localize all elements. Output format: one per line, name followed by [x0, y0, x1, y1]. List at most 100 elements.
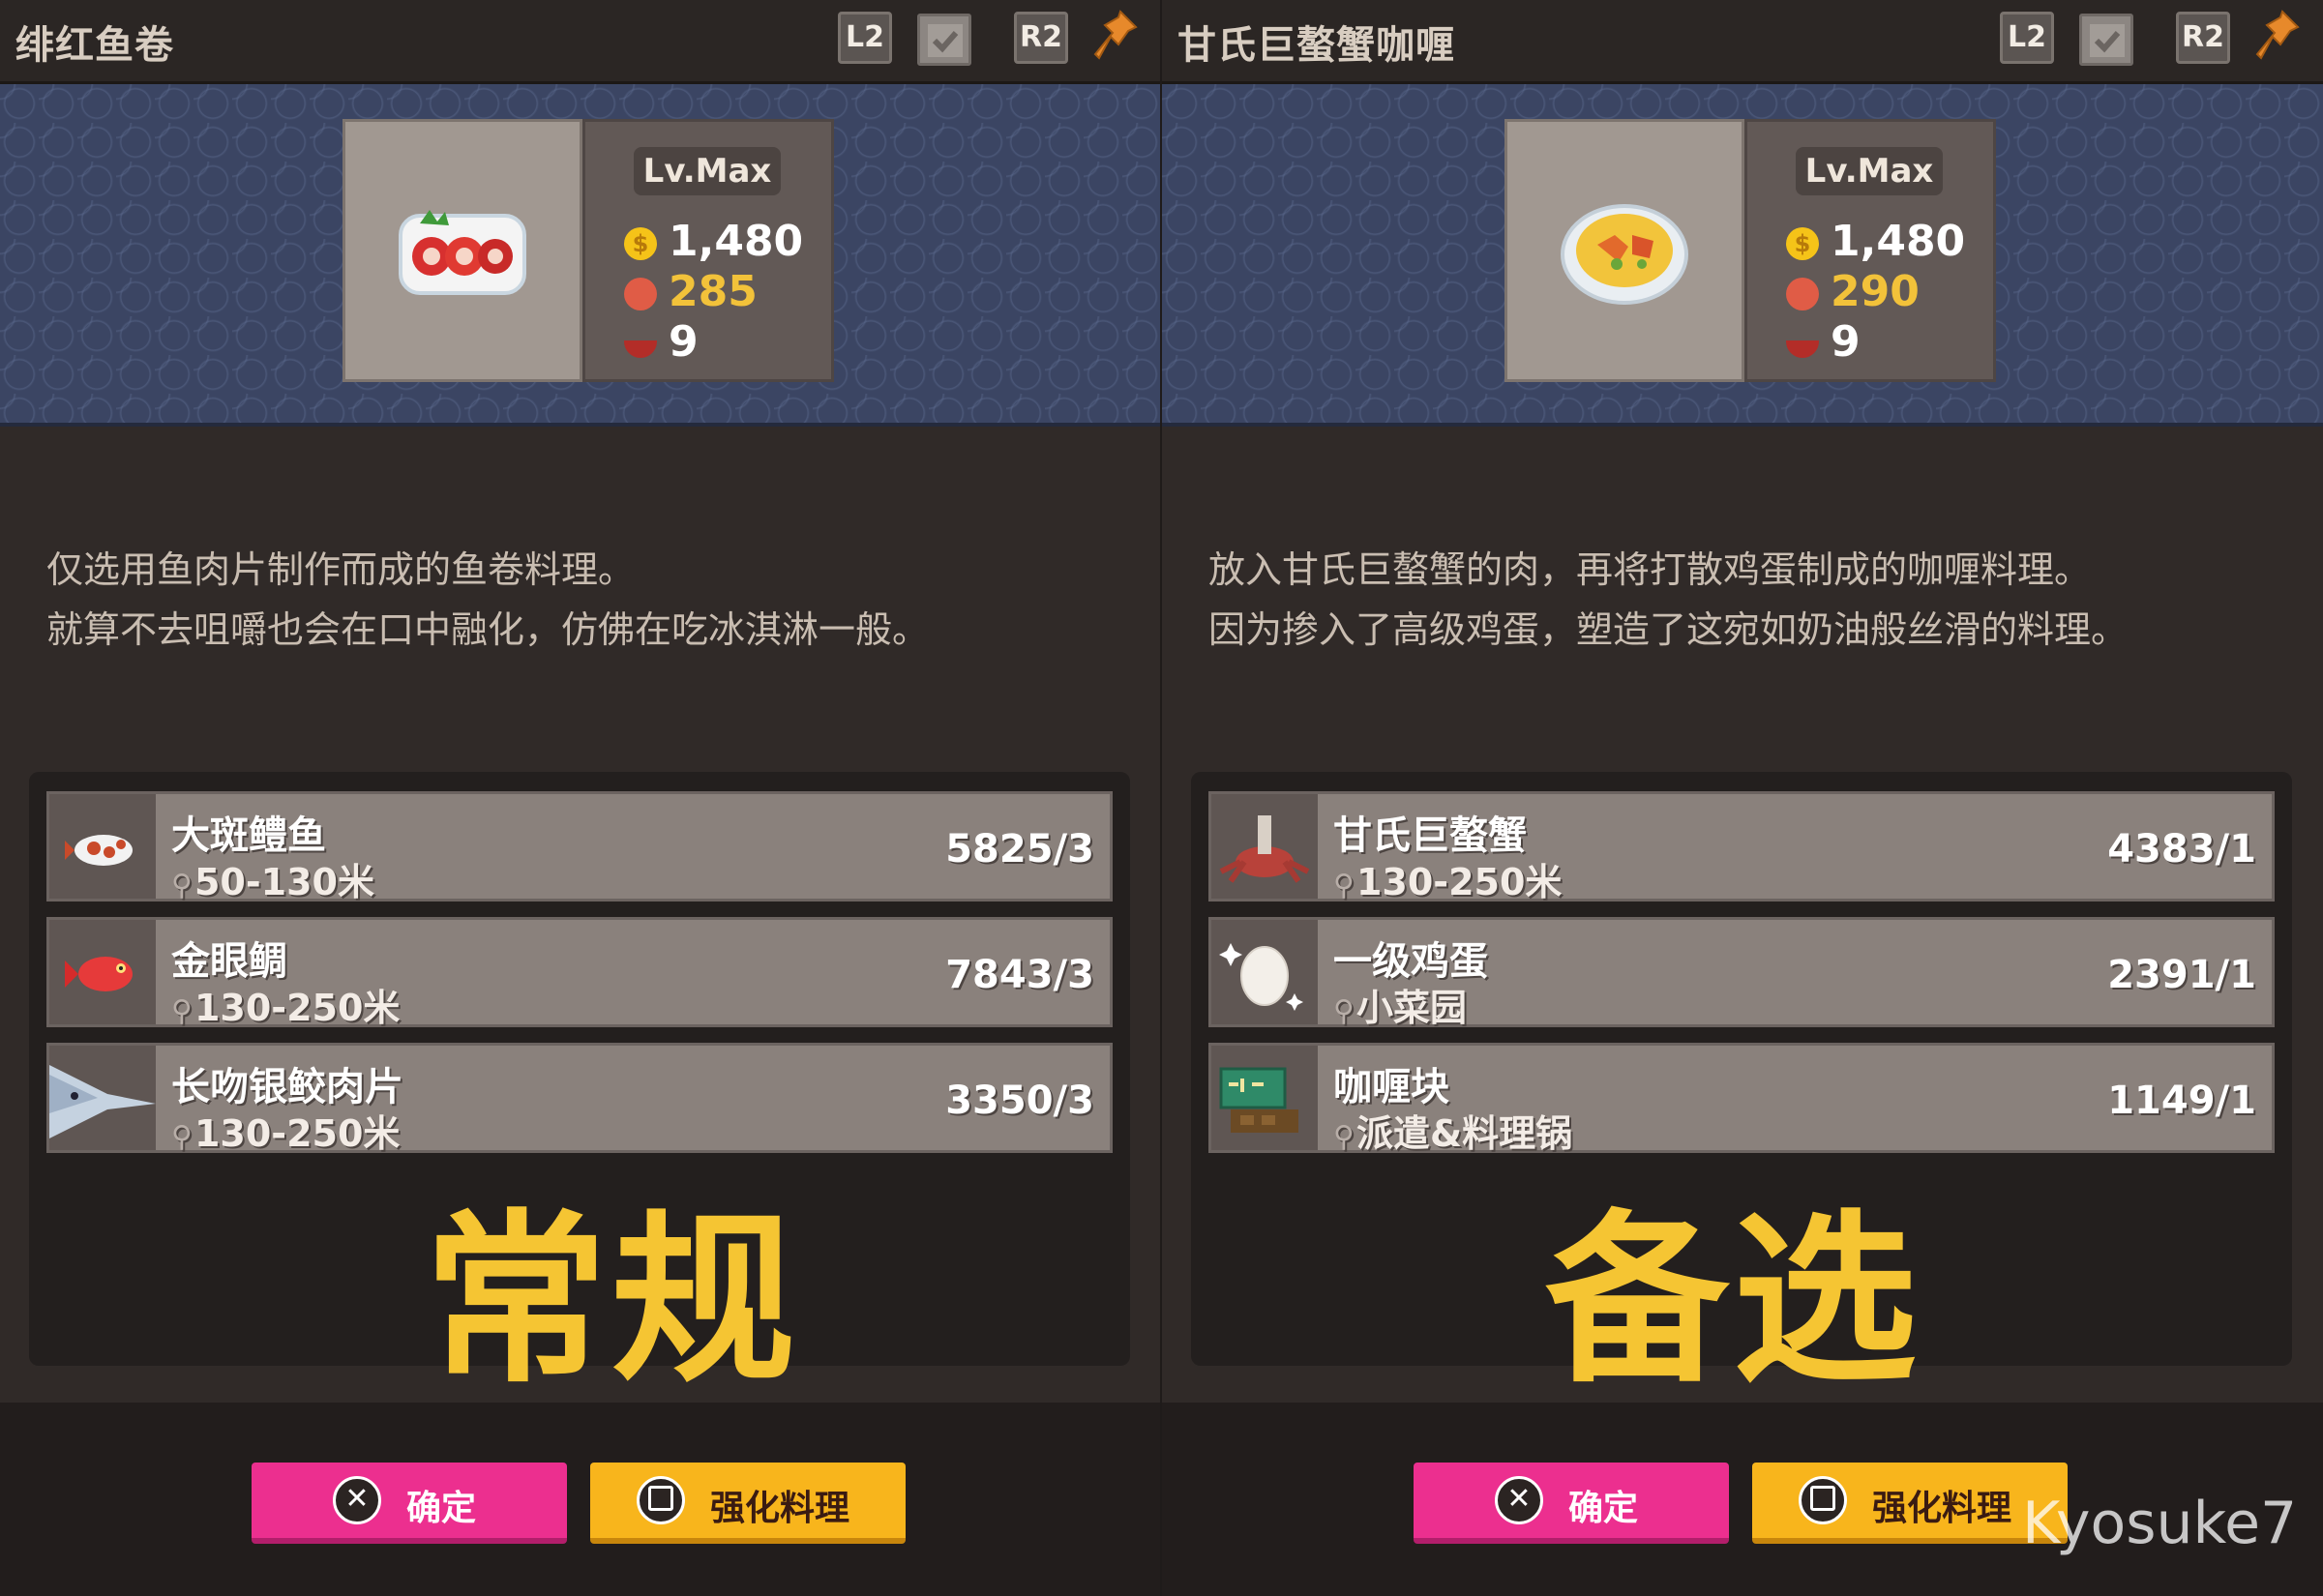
confirm-button[interactable]: ✕ 确定 [252, 1463, 567, 1544]
dish-banner: Lv.Max $1,480 290 9 [1162, 84, 2323, 427]
dish-card: Lv.Max $1,480 285 9 [342, 119, 834, 382]
ingredient-count: 3350/3 [945, 1079, 1094, 1123]
cross-button-icon: ✕ [333, 1476, 381, 1524]
location-pin-icon: ⚲ [171, 869, 193, 902]
coin-icon: $ [624, 227, 657, 260]
location-pin-icon: ⚲ [171, 1120, 193, 1154]
overlay-label: 备选 [1545, 1194, 1921, 1407]
crab-curry-icon [1561, 204, 1688, 305]
ingredient-location: ⚲130-250米 [171, 978, 400, 1031]
popularity-value: 290 [1831, 267, 1920, 316]
servings-value: 9 [1831, 317, 1861, 367]
recipe-title: 甘氏巨螯蟹咖喱 [1177, 23, 1455, 68]
price-value: 1,480 [669, 217, 804, 266]
location-text: 派遣&料理锅 [1355, 1112, 1573, 1155]
ingredient-location: ⚲小菜园 [1333, 978, 1467, 1031]
fish-roll-icon [399, 210, 526, 295]
recipe-description: 仅选用鱼肉片制作而成的鱼卷料理。 就算不去咀嚼也会在口中融化，仿佛在吃冰淇淋一般… [46, 540, 1111, 660]
ingredient-location: ⚲50-130米 [171, 852, 374, 905]
popularity-value: 285 [669, 267, 758, 316]
location-text: 小菜园 [1355, 987, 1467, 1029]
ingredient-row[interactable]: 一级鸡蛋 ⚲小菜园 2391/1 [1208, 917, 2275, 1029]
square-button-icon [1799, 1476, 1847, 1524]
r2-button[interactable]: R2 [2176, 12, 2230, 64]
description-line: 因为掺入了高级鸡蛋，塑造了这宛如奶油般丝滑的料理。 [1208, 608, 2129, 651]
recipe-panel-right: 甘氏巨螯蟹咖喱 L2 R2 Lv.Max $1,480 290 9 放入甘氏巨螯… [1162, 0, 2323, 1596]
ingredient-location: ⚲派遣&料理锅 [1333, 1104, 1572, 1157]
location-text: 130-250米 [1355, 861, 1563, 903]
check-toggle-button[interactable] [917, 14, 971, 66]
bottom-bar: ✕ 确定 强化料理 [0, 1403, 1161, 1596]
ingredient-row[interactable]: 咖喱块 ⚲派遣&料理锅 1149/1 [1208, 1043, 2275, 1155]
enhance-recipe-button[interactable]: 强化料理 [1752, 1463, 2068, 1544]
dish-banner: Lv.Max $1,480 285 9 [0, 84, 1161, 427]
red-fish-icon [49, 920, 156, 1024]
servings-value: 9 [669, 317, 699, 367]
level-badge: Lv.Max [1796, 147, 1943, 195]
ingredient-count: 1149/1 [2107, 1079, 2256, 1123]
smile-icon [624, 278, 657, 310]
location-pin-icon: ⚲ [1333, 869, 1355, 902]
enhance-label: 强化料理 [710, 1489, 850, 1528]
l2-button[interactable]: L2 [838, 12, 892, 64]
popularity-stat: 290 [1786, 267, 1920, 316]
dish-image [1504, 119, 1744, 382]
level-badge: Lv.Max [634, 147, 781, 195]
recipe-description: 放入甘氏巨螯蟹的肉，再将打散鸡蛋制成的咖喱料理。 因为掺入了高级鸡蛋，塑造了这宛… [1208, 540, 2273, 660]
ingredient-row[interactable]: 甘氏巨螯蟹 ⚲130-250米 4383/1 [1208, 791, 2275, 903]
confirm-button[interactable]: ✕ 确定 [1414, 1463, 1729, 1544]
l2-button[interactable]: L2 [2000, 12, 2054, 64]
bowl-icon [624, 340, 657, 358]
description-line: 放入甘氏巨螯蟹的肉，再将打散鸡蛋制成的咖喱料理。 [1208, 548, 2092, 591]
ingredient-location: ⚲130-250米 [171, 1104, 400, 1157]
location-pin-icon: ⚲ [1333, 994, 1355, 1028]
chimaera-fillet-icon [49, 1046, 156, 1150]
servings-stat: 9 [624, 317, 699, 367]
checkmark-icon [928, 24, 963, 57]
overlay-label: 常规 [424, 1194, 800, 1407]
smile-icon [1786, 278, 1819, 310]
top-bar: 甘氏巨螯蟹咖喱 L2 R2 [1162, 0, 2323, 84]
dish-card: Lv.Max $1,480 290 9 [1504, 119, 1996, 382]
giant-crab-icon [1211, 794, 1318, 899]
author-signature: Kyosuke7 [2022, 1490, 2298, 1557]
enhance-recipe-button[interactable]: 强化料理 [590, 1463, 906, 1544]
ingredient-row[interactable]: 金眼鲷 ⚲130-250米 7843/3 [46, 917, 1113, 1029]
bowl-icon [1786, 340, 1819, 358]
coin-icon: $ [1786, 227, 1819, 260]
snakehead-fish-icon [49, 794, 156, 899]
recipe-panel-left: 绯红鱼卷 L2 R2 Lv.Max $1,480 285 9 仅选用鱼肉片制作而… [0, 0, 1161, 1596]
ingredient-count: 4383/1 [2107, 827, 2256, 872]
popularity-stat: 285 [624, 267, 758, 316]
price-stat: $1,480 [1786, 217, 1965, 266]
description-line: 仅选用鱼肉片制作而成的鱼卷料理。 [46, 548, 636, 591]
ingredient-row[interactable]: 大斑鳢鱼 ⚲50-130米 5825/3 [46, 791, 1113, 903]
check-toggle-button[interactable] [2079, 14, 2133, 66]
confirm-label: 确定 [1568, 1489, 1639, 1528]
r2-button[interactable]: R2 [1014, 12, 1068, 64]
pin-icon[interactable] [2253, 8, 2302, 66]
confirm-label: 确定 [406, 1489, 477, 1528]
enhance-label: 强化料理 [1872, 1489, 2012, 1528]
ingredient-count: 5825/3 [945, 827, 1094, 872]
ingredient-row[interactable]: 长吻银鲛肉片 ⚲130-250米 3350/3 [46, 1043, 1113, 1155]
recipe-title: 绯红鱼卷 [15, 23, 174, 68]
dish-image [342, 119, 582, 382]
location-text: 130-250米 [194, 987, 401, 1029]
location-text: 130-250米 [194, 1112, 401, 1155]
servings-stat: 9 [1786, 317, 1861, 367]
ingredient-location: ⚲130-250米 [1333, 852, 1562, 905]
description-line: 就算不去咀嚼也会在口中融化，仿佛在吃冰淇淋一般。 [46, 608, 930, 651]
pin-icon[interactable] [1091, 8, 1140, 66]
top-bar: 绯红鱼卷 L2 R2 [0, 0, 1161, 84]
location-pin-icon: ⚲ [171, 994, 193, 1028]
location-pin-icon: ⚲ [1333, 1120, 1355, 1154]
ingredient-count: 2391/1 [2107, 953, 2256, 997]
curry-block-icon [1211, 1046, 1318, 1150]
cross-button-icon: ✕ [1495, 1476, 1543, 1524]
egg-icon [1211, 920, 1318, 1024]
location-text: 50-130米 [194, 861, 374, 903]
price-stat: $1,480 [624, 217, 803, 266]
checkmark-icon [2090, 24, 2125, 57]
dish-stats: Lv.Max $1,480 290 9 [1744, 119, 1996, 382]
